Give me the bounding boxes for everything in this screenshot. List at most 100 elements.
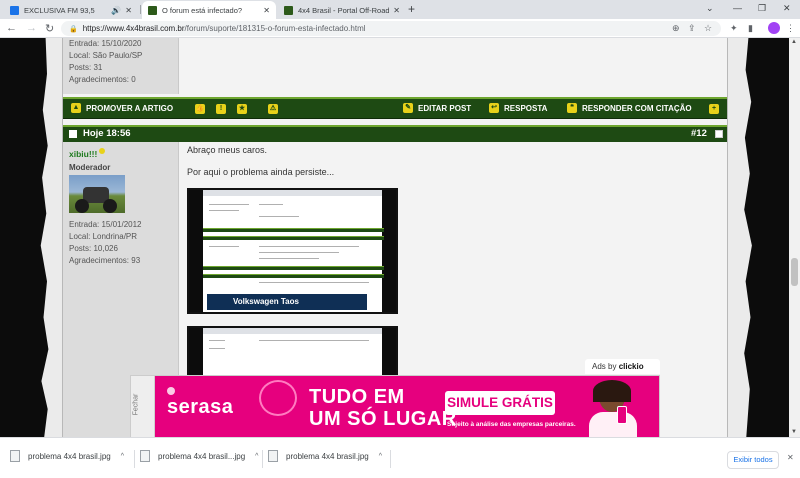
bookmark-star-icon[interactable]: ☆ xyxy=(704,23,712,34)
close-downloads-bar-icon[interactable]: ✕ xyxy=(787,453,794,462)
4x4brasil-favicon-icon xyxy=(148,5,157,15)
user-thanks: Agradecimentos: 0 xyxy=(69,75,136,84)
report-icon[interactable]: ⚠ xyxy=(268,104,278,114)
tab-strip: EXCLUSIVA FM 93,5 🔊 ✕ O forum está infec… xyxy=(0,0,800,19)
download-options-chevron-icon[interactable]: ^ xyxy=(379,453,382,460)
edit-label: EDITAR POST xyxy=(418,103,472,113)
user-location: Local: São Paulo/SP xyxy=(69,51,143,60)
download-item[interactable]: problema 4x4 brasil.jpg ^ xyxy=(268,450,382,462)
serasa-logo-icon xyxy=(167,387,175,395)
close-ad-label: Fechar xyxy=(132,393,140,416)
zoom-icon[interactable]: ⊕ xyxy=(672,23,680,34)
show-all-downloads-button[interactable]: Exibir todos xyxy=(727,451,779,469)
page-scrollbar[interactable] xyxy=(789,38,800,437)
serasa-ad-banner[interactable]: serasa TUDO EM UM SÓ LUGAR SIMULE GRÁTIS… xyxy=(155,376,659,437)
scrollbar-thumb[interactable] xyxy=(791,258,798,286)
scroll-down-arrow-icon[interactable]: ▼ xyxy=(791,429,797,435)
menu-kebab-icon[interactable]: ⋮ xyxy=(786,23,795,34)
post-text-line: Por aqui o problema ainda persiste... xyxy=(187,167,335,177)
ad-person-image xyxy=(587,380,639,437)
post-header: Hoje 18:56 #12 xyxy=(63,125,727,142)
user-join-date: Entrada: 15/10/2020 xyxy=(69,39,142,48)
forward-button[interactable]: → xyxy=(26,22,37,34)
post-action-bar: ▲ PROMOVER A ARTIGO 👍 ! ★ ⚠ ✎ EDITAR POST … xyxy=(63,97,727,119)
thumbs-up-icon[interactable]: 👍 xyxy=(195,104,205,114)
download-options-chevron-icon[interactable]: ^ xyxy=(255,453,258,460)
new-tab-button[interactable]: + xyxy=(408,2,415,16)
address-bar[interactable]: 🔒 https://www.4x4brasil.com.br/forum/sup… xyxy=(61,21,721,36)
download-options-chevron-icon[interactable]: ^ xyxy=(121,453,124,460)
promote-icon: ▲ xyxy=(71,103,81,113)
minimize-button[interactable]: — xyxy=(733,3,742,13)
ad-slogan-line1: TUDO EM xyxy=(309,386,405,408)
reply-button[interactable]: ↩ RESPOSTA xyxy=(489,103,547,113)
4x4brasil-favicon-icon xyxy=(284,5,293,15)
tab-close-icon[interactable]: ✕ xyxy=(263,6,270,15)
window-close-button[interactable]: ✕ xyxy=(783,3,791,14)
flag-icon[interactable]: ! xyxy=(216,104,226,114)
close-ad-button[interactable]: Fechar xyxy=(131,376,155,437)
tab-search-button[interactable]: ⌄ xyxy=(706,3,714,14)
user-thanks: Agradecimentos: 93 xyxy=(69,256,141,265)
audio-playing-icon[interactable]: 🔊 xyxy=(111,6,121,15)
download-filename: problema 4x4 brasil.jpg xyxy=(28,451,111,461)
previous-post-user-panel: Entrada: 15/10/2020 Local: São Paulo/SP … xyxy=(63,38,179,94)
tab-forum-infectado[interactable]: O forum está infectado? ✕ xyxy=(142,1,276,19)
user-avatar[interactable] xyxy=(69,175,125,213)
username-link[interactable]: xibiu!!! xyxy=(69,149,97,159)
reload-button[interactable]: ↻ xyxy=(45,22,54,35)
download-item[interactable]: problema 4x4 brasil...jpg ^ xyxy=(140,450,258,462)
downloads-bar: problema 4x4 brasil.jpg ^ problema 4x4 b… xyxy=(0,437,800,478)
tab-divider xyxy=(140,5,141,14)
back-button[interactable]: ← xyxy=(6,22,17,34)
edit-post-button[interactable]: ✎ EDITAR POST xyxy=(403,103,471,113)
reply-with-quote-button[interactable]: ❝ RESPONDER COM CITAÇÃO xyxy=(567,103,692,113)
user-join-date: Entrada: 15/01/2012 xyxy=(69,220,142,229)
quote-icon: ❝ xyxy=(567,103,577,113)
browser-toolbar: ← → ↻ 🔒 https://www.4x4brasil.com.br/for… xyxy=(0,19,800,38)
profile-avatar-icon[interactable] xyxy=(768,22,780,34)
attached-screenshot-image[interactable]: Volkswagen Taos xyxy=(187,188,398,314)
previous-post: Entrada: 15/10/2020 Local: São Paulo/SP … xyxy=(63,38,727,94)
promote-label: PROMOVER A ARTIGO xyxy=(86,103,174,113)
online-status-icon xyxy=(99,148,105,154)
download-divider xyxy=(390,450,391,468)
lock-icon: 🔒 xyxy=(69,25,78,33)
ad-slogan-line2: UM SÓ LUGAR xyxy=(309,408,457,430)
thanks-icon[interactable]: ★ xyxy=(237,104,247,114)
download-filename: problema 4x4 brasil.jpg xyxy=(286,451,369,461)
multi-quote-icon[interactable]: + xyxy=(709,104,719,114)
share-icon[interactable]: ⇪ xyxy=(688,23,696,34)
extensions-icon[interactable]: ✦ xyxy=(730,23,738,34)
post-select-checkbox[interactable] xyxy=(715,130,723,138)
scroll-up-arrow-icon[interactable]: ▲ xyxy=(791,39,797,45)
simulate-free-button[interactable]: SIMULE GRÁTIS xyxy=(445,391,555,415)
embedded-ad-banner: Volkswagen Taos xyxy=(207,294,367,310)
heart-icon xyxy=(259,380,297,416)
post-number-link[interactable]: #12 xyxy=(691,128,707,139)
ads-by-clickio-label[interactable]: Ads by clickio xyxy=(585,359,660,374)
url-host: https://www.4x4brasil.com.br xyxy=(82,24,185,33)
maximize-button[interactable]: ❐ xyxy=(758,3,766,14)
promote-to-article-button[interactable]: ▲ PROMOVER A ARTIGO xyxy=(71,103,173,113)
web-page: Entrada: 15/10/2020 Local: São Paulo/SP … xyxy=(0,38,800,437)
tab-radio[interactable]: EXCLUSIVA FM 93,5 🔊 ✕ xyxy=(4,1,138,19)
quote-label: RESPONDER COM CITAÇÃO xyxy=(582,103,692,113)
edit-pencil-icon: ✎ xyxy=(403,103,413,113)
user-role: Moderador xyxy=(69,163,111,172)
ad-disclaimer: Sujeito à análise das empresas parceiras… xyxy=(447,421,576,428)
user-posts: Posts: 31 xyxy=(69,63,103,72)
sidebar-icon[interactable]: ▮ xyxy=(748,23,753,34)
download-item[interactable]: problema 4x4 brasil.jpg ^ xyxy=(10,450,124,462)
ads-brand: clickio xyxy=(618,362,644,371)
user-location: Local: Londrina/PR xyxy=(69,232,138,241)
image-file-icon xyxy=(268,450,278,462)
image-file-icon xyxy=(10,450,20,462)
tab-title: 4x4 Brasil - Portal Off-Road - Fór xyxy=(298,5,390,15)
download-divider xyxy=(134,450,135,468)
reply-arrow-icon: ↩ xyxy=(489,103,499,113)
download-divider xyxy=(262,450,263,468)
tab-portal-offroad[interactable]: 4x4 Brasil - Portal Off-Road - Fór ✕ xyxy=(278,1,406,19)
tab-close-icon[interactable]: ✕ xyxy=(125,6,132,15)
tab-close-icon[interactable]: ✕ xyxy=(393,6,400,15)
